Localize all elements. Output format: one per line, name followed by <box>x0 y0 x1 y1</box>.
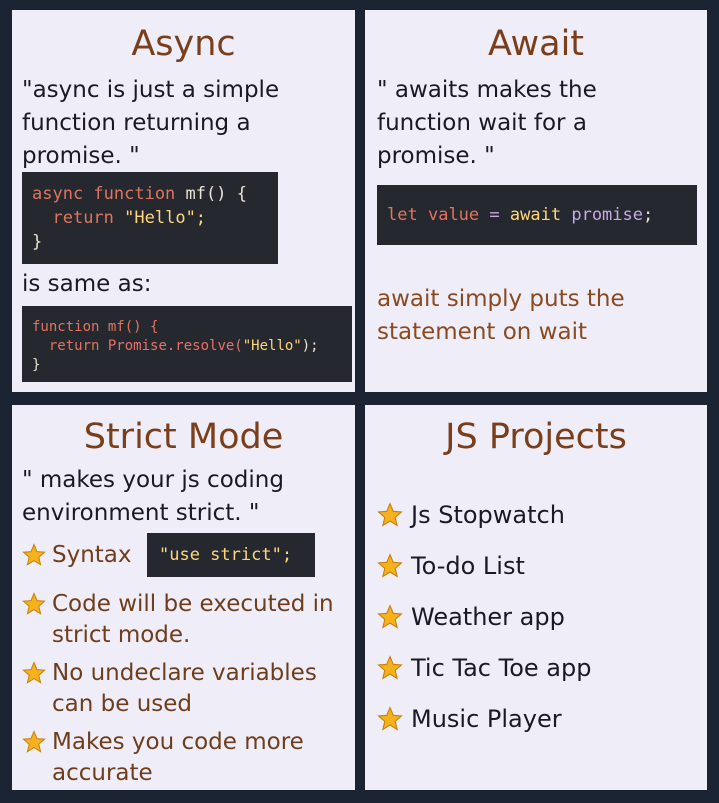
project-item-4: Tic Tac Toe app <box>377 654 591 682</box>
projects-panel: JS Projects Js Stopwatch To-do List Weat… <box>365 405 707 790</box>
project-item-1: Js Stopwatch <box>377 501 565 529</box>
promise-str: "Hello" <box>242 338 302 354</box>
star-icon <box>22 592 52 616</box>
star-icon <box>377 655 411 681</box>
strict-item-3: Makes you code more accurate <box>22 727 332 789</box>
same-as-label: is same as: <box>22 271 152 297</box>
async-title: Async <box>131 24 236 64</box>
async-code-block: async function mf() { return "Hello"; } <box>22 172 278 264</box>
await-kw: await <box>509 205 562 225</box>
promise-var: promise <box>571 205 643 225</box>
strict-item-text: No undeclare variables can be used <box>52 660 317 717</box>
await-description: " awaits makes the function wait for a p… <box>377 77 597 169</box>
strict-item-1: Code will be executed in strict mode. <box>22 589 342 651</box>
promise-line1: function mf() { <box>32 319 159 335</box>
promise-close: } <box>32 357 41 373</box>
semi: ; <box>643 205 654 225</box>
async-fn: mf() { <box>185 184 247 204</box>
async-close: } <box>32 232 43 252</box>
await-note: await simply puts the statement on wait <box>377 286 625 345</box>
strict-item-text: Makes you code more accurate <box>52 729 304 786</box>
eq-op: = <box>489 205 500 225</box>
async-panel: Async "async is just a simple function r… <box>12 10 355 392</box>
project-label: Music Player <box>411 705 562 733</box>
strict-description: " makes your js coding environment stric… <box>22 467 284 526</box>
await-panel: Await " awaits makes the function wait f… <box>365 10 707 392</box>
strict-item-text: Code will be executed in strict mode. <box>52 591 334 648</box>
async-return-kw: return <box>52 208 114 228</box>
project-item-3: Weather app <box>377 603 565 631</box>
project-label: Weather app <box>411 603 565 631</box>
star-icon <box>377 604 411 630</box>
strict-panel: Strict Mode " makes your js coding envir… <box>12 405 355 790</box>
value-var: value <box>427 205 480 225</box>
star-icon <box>22 661 52 685</box>
let-kw: let <box>387 205 418 225</box>
star-icon <box>22 730 52 754</box>
projects-title: JS Projects <box>445 417 627 457</box>
star-icon <box>377 706 411 732</box>
async-kw: async function <box>32 184 176 204</box>
await-title: Await <box>487 24 585 64</box>
star-icon <box>22 543 52 567</box>
use-strict-code: "use strict"; <box>147 533 315 577</box>
strict-title: Strict Mode <box>83 417 284 457</box>
project-item-5: Music Player <box>377 705 562 733</box>
syntax-label: Syntax <box>52 542 132 568</box>
async-description: "async is just a simple function returni… <box>22 77 280 169</box>
promise-code-block: function mf() { return Promise.resolve("… <box>22 306 352 382</box>
star-icon <box>377 553 411 579</box>
project-label: To-do List <box>411 552 525 580</box>
promise-return-kw: return <box>48 338 100 354</box>
syntax-item: Syntax <box>22 540 132 571</box>
strict-item-2: No undeclare variables can be used <box>22 658 347 720</box>
project-label: Tic Tac Toe app <box>411 654 592 682</box>
promise-end: ); <box>301 338 319 354</box>
star-icon <box>377 502 411 528</box>
promise-resolve: Promise.resolve( <box>107 338 243 354</box>
project-label: Js Stopwatch <box>411 501 565 529</box>
await-code-block: let value = await promise; <box>377 185 697 245</box>
async-return-str: "Hello"; <box>124 208 207 228</box>
project-item-2: To-do List <box>377 552 525 580</box>
